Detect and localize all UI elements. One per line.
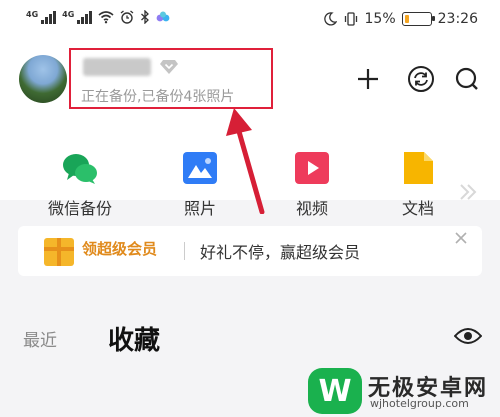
gift-icon	[44, 238, 74, 266]
battery-percent: 15%	[364, 11, 396, 27]
eye-icon[interactable]	[454, 326, 482, 346]
photo-icon	[183, 152, 217, 184]
tile-label: 视频	[295, 199, 328, 218]
signal-1-label: 4G	[26, 10, 39, 19]
alarm-icon	[120, 10, 134, 24]
tab-recent[interactable]: 最近	[23, 326, 57, 351]
username	[83, 58, 151, 76]
search-icon[interactable]	[452, 64, 482, 94]
tile-wechat-backup[interactable]: 微信备份	[40, 152, 120, 219]
sync-icon[interactable]	[406, 64, 436, 94]
close-icon[interactable]	[454, 230, 468, 250]
app-indicator-icon	[156, 11, 170, 22]
signal-1-icon: 4G	[26, 10, 57, 24]
promo-banner[interactable]: 领超级会员 好礼不停，赢超级会员	[18, 226, 482, 276]
tile-documents[interactable]: 文档	[378, 152, 458, 219]
status-time: 23:26	[437, 11, 478, 27]
status-bar: 4G 4G 15% 23:26	[0, 0, 500, 40]
document-icon	[404, 152, 433, 184]
promo-divider	[184, 242, 185, 260]
promo-text: 好礼不停，赢超级会员	[200, 243, 361, 262]
signal-2-label: 4G	[62, 10, 75, 19]
video-icon	[295, 152, 329, 184]
watermark-url: wjhotelgroup.com	[370, 397, 469, 410]
battery-fill	[404, 15, 409, 23]
status-bar-left: 4G 4G	[26, 10, 170, 24]
more-chevron-icon[interactable]	[458, 182, 478, 207]
backup-status: 正在备份,已备份4张照片	[81, 89, 235, 105]
wechat-icon	[63, 154, 97, 184]
wifi-icon	[98, 11, 114, 24]
status-bar-right: 15% 23:26	[323, 11, 478, 27]
bluetooth-icon	[141, 10, 150, 24]
tile-label: 文档	[401, 199, 434, 218]
tile-videos[interactable]: 视频	[272, 152, 352, 219]
annotation-arrow	[226, 108, 265, 214]
tile-label: 微信备份	[47, 199, 112, 218]
watermark-logo: W	[308, 368, 362, 414]
profile-highlight-box[interactable]: 正在备份,已备份4张照片	[69, 48, 273, 109]
add-icon[interactable]	[353, 64, 383, 94]
promo-tag: 领超级会员	[82, 240, 158, 258]
signal-2-icon: 4G	[62, 10, 93, 24]
battery-icon	[401, 12, 435, 26]
tab-favorites[interactable]: 收藏	[108, 320, 160, 357]
avatar[interactable]	[19, 55, 67, 103]
vip-diamond-icon	[160, 60, 178, 74]
moon-icon	[323, 12, 337, 26]
vibrate-icon	[344, 12, 357, 26]
